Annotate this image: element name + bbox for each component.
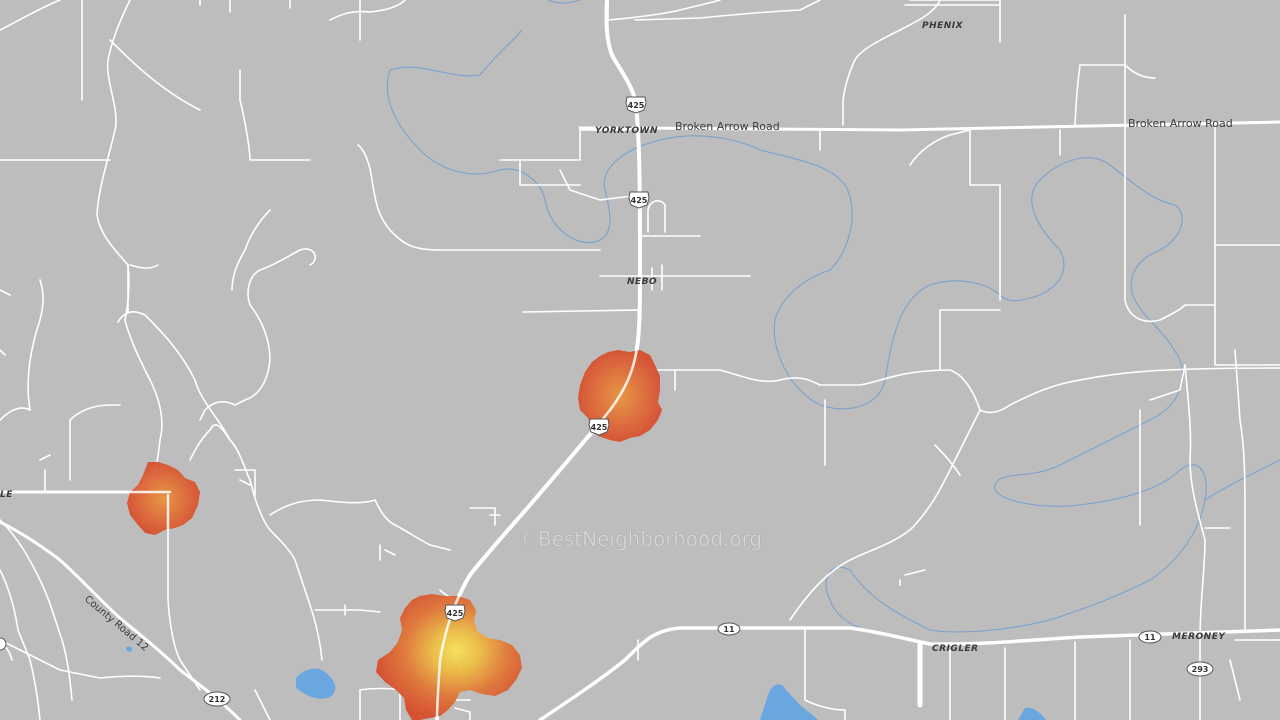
- watermark-text: ©BestNeighborhood.org: [518, 527, 762, 551]
- route-shield-293: 293: [1186, 661, 1214, 677]
- place-label-phenix: PHENIX: [922, 21, 964, 31]
- svg-text:425: 425: [628, 101, 645, 110]
- place-label-left-edge: LE: [0, 490, 13, 500]
- svg-text:425: 425: [447, 609, 464, 618]
- road-label-county-road-12: County Road 12: [82, 594, 150, 654]
- route-shield-425-b: 425: [628, 191, 650, 209]
- svg-text:11: 11: [723, 625, 735, 634]
- map-svg: PHENIX YORKTOWN NEBO CRIGLER MERONEY LE …: [0, 0, 1280, 720]
- place-label-nebo: NEBO: [627, 277, 657, 287]
- route-shield-11-a: 11: [717, 622, 741, 636]
- svg-text:293: 293: [1192, 665, 1209, 674]
- place-label-yorktown: YORKTOWN: [595, 126, 658, 136]
- highway-11: [538, 626, 1280, 720]
- place-label-meroney: MERONEY: [1172, 632, 1226, 642]
- svg-text:11: 11: [1144, 633, 1156, 642]
- place-label-crigler: CRIGLER: [932, 644, 979, 654]
- map-canvas[interactable]: PHENIX YORKTOWN NEBO CRIGLER MERONEY LE …: [0, 0, 1280, 720]
- edge-marker: [0, 637, 7, 651]
- heat-cluster-west: [127, 462, 200, 535]
- road-label-broken-arrow-2: Broken Arrow Road: [1128, 117, 1233, 130]
- road-label-broken-arrow-1: Broken Arrow Road: [675, 120, 780, 133]
- route-shield-425-c: 425: [588, 418, 610, 436]
- route-shield-425-d: 425: [444, 604, 466, 622]
- svg-text:425: 425: [631, 196, 648, 205]
- svg-text:212: 212: [209, 695, 226, 704]
- route-shield-11-b: 11: [1138, 630, 1162, 644]
- svg-text:425: 425: [591, 423, 608, 432]
- route-shield-425-a: 425: [625, 96, 647, 114]
- route-shield-212: 212: [203, 691, 231, 707]
